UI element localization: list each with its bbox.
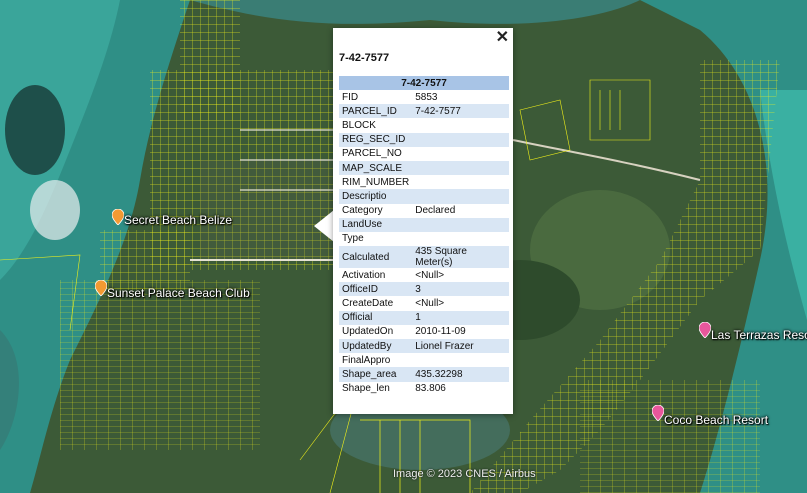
attribute-key: PARCEL_NO <box>339 146 413 161</box>
attribute-value: Lionel Frazer <box>412 339 509 354</box>
attribute-key: Calculated <box>339 246 413 269</box>
attribute-key: OfficeID <box>339 282 413 297</box>
las-terrazas-label[interactable]: Las Terrazas Reso <box>711 328 807 342</box>
attribute-row: UpdatedOn 2010-11-09 <box>339 324 509 339</box>
attribute-table-header: 7-42-7577 <box>339 76 509 90</box>
attribute-key: PARCEL_ID <box>339 104 413 119</box>
attribute-row: CreateDate <Null> <box>339 296 509 311</box>
attribute-key: Activation <box>339 268 413 283</box>
attribute-value <box>412 231 509 247</box>
sunset-palace-pin-icon[interactable] <box>95 280 107 296</box>
attribute-value <box>412 132 509 147</box>
secret-beach-pin-icon[interactable] <box>112 209 124 225</box>
attribute-row: Shape_len 83.806 <box>339 381 509 396</box>
attribute-value: 3 <box>412 282 509 297</box>
sunset-palace-label[interactable]: Sunset Palace Beach Club <box>107 286 250 300</box>
popup-title: 7-42-7577 <box>339 52 390 64</box>
attribute-row: PARCEL_NO <box>339 146 509 161</box>
attribute-row: Type <box>339 231 509 247</box>
attribute-key: Category <box>339 203 413 218</box>
attribute-value: <Null> <box>412 268 509 283</box>
attribute-value <box>412 353 509 368</box>
attribute-row: OfficeID 3 <box>339 282 509 297</box>
attribute-key: Descriptio <box>339 189 413 204</box>
attribute-value: 83.806 <box>412 381 509 396</box>
attribute-key: RIM_NUMBER <box>339 175 413 190</box>
attribute-key: FinalAppro <box>339 353 413 368</box>
attribute-value <box>412 118 509 133</box>
attribute-key: BLOCK <box>339 118 413 133</box>
attribute-row: Descriptio <box>339 189 509 204</box>
attribute-value <box>412 160 509 176</box>
attribute-key: MAP_SCALE <box>339 160 413 176</box>
attribute-table-body: FID 5853 PARCEL_ID 7-42-7577 BLOCK REG_SEC_ID… <box>339 90 509 396</box>
coco-beach-label[interactable]: Coco Beach Resort <box>664 413 768 427</box>
attribute-row: Category Declared <box>339 203 509 218</box>
attribute-value <box>412 175 509 190</box>
attribute-row: RIM_NUMBER <box>339 175 509 190</box>
secret-beach-label[interactable]: Secret Beach Belize <box>124 213 232 227</box>
attribute-row: Official 1 <box>339 310 509 325</box>
attribute-row: Calculated 435 Square Meter(s) <box>339 246 509 269</box>
popup-pointer <box>314 210 334 242</box>
attribute-value: Declared <box>412 203 509 218</box>
coco-beach-pin-icon[interactable] <box>652 405 664 421</box>
attribute-row: LandUse <box>339 217 509 232</box>
attribute-value <box>412 189 509 204</box>
attribute-value: 7-42-7577 <box>412 104 509 119</box>
close-icon[interactable]: ✕ <box>496 29 509 47</box>
attribute-row: UpdatedBy Lionel Frazer <box>339 339 509 354</box>
attribute-row: BLOCK <box>339 118 509 133</box>
attribute-value: <Null> <box>412 296 509 311</box>
las-terrazas-pin-icon[interactable] <box>699 322 711 338</box>
attribute-value: 2010-11-09 <box>412 324 509 339</box>
attribute-value <box>412 217 509 232</box>
attribute-value: 435.32298 <box>412 367 509 382</box>
attribute-row: Activation <Null> <box>339 268 509 283</box>
attribute-key: UpdatedBy <box>339 339 413 354</box>
attribute-value: 435 Square Meter(s) <box>412 246 509 269</box>
attribute-row: PARCEL_ID 7-42-7577 <box>339 104 509 119</box>
attribute-key: LandUse <box>339 217 413 232</box>
attribute-value <box>412 146 509 161</box>
attribute-row: FinalAppro <box>339 353 509 368</box>
imagery-attribution: Image © 2023 CNES / Airbus <box>393 468 536 480</box>
parcel-info-popup: ✕ 7-42-7577 7-42-7577 FID 5853 PARCEL_ID 7-… <box>333 28 513 414</box>
attribute-value: 1 <box>412 310 509 325</box>
attribute-key: Shape_area <box>339 367 413 382</box>
attribute-key: UpdatedOn <box>339 324 413 339</box>
attribute-key: Shape_len <box>339 381 413 396</box>
attribute-key: FID <box>339 90 413 105</box>
attribute-key: CreateDate <box>339 296 413 311</box>
attribute-key: Type <box>339 231 413 247</box>
attribute-row: Shape_area 435.32298 <box>339 367 509 382</box>
attribute-row: MAP_SCALE <box>339 160 509 176</box>
attribute-key: REG_SEC_ID <box>339 132 413 147</box>
attribute-row: REG_SEC_ID <box>339 132 509 147</box>
attribute-value: 5853 <box>412 90 509 105</box>
attribute-table: 7-42-7577 FID 5853 PARCEL_ID 7-42-7577 BLOCK… <box>339 76 509 396</box>
attribute-row: FID 5853 <box>339 90 509 105</box>
attribute-key: Official <box>339 310 413 325</box>
